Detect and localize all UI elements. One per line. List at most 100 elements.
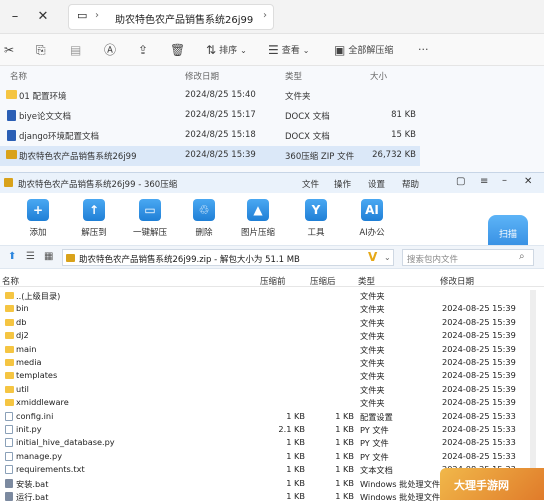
menu-operate[interactable]: 操作 xyxy=(334,178,351,190)
zip-name: media xyxy=(16,357,42,367)
tool-button[interactable]: ↑ 解压到 xyxy=(74,199,114,238)
zip-type: 文件夹 xyxy=(360,358,385,368)
file-date: 2024/8/25 15:18 xyxy=(185,130,256,140)
tool-label: 删除 xyxy=(195,228,213,238)
zip-row[interactable]: xmiddleware 文件夹 2024-08-25 15:39 xyxy=(0,396,520,409)
file-row[interactable]: 助农特色农产品销售系统26j99 2024/8/25 15:39 360压缩 ZIP… xyxy=(0,146,420,166)
zip-size: 1 KB xyxy=(335,477,354,488)
zip-size: 1 KB xyxy=(335,410,354,421)
bat-file-icon xyxy=(5,478,13,488)
menu-help[interactable]: 帮助 xyxy=(402,178,419,190)
up-arrow-icon[interactable]: ⬆ xyxy=(8,251,16,262)
zip-type: Windows 批处理文件 xyxy=(360,492,441,502)
scrollbar[interactable] xyxy=(530,290,536,480)
file-icon xyxy=(5,425,13,434)
tool-icon: ▭ xyxy=(139,199,161,221)
chevron-down-icon[interactable]: ⌄ xyxy=(384,253,391,262)
tool-button[interactable]: AI AI办公 xyxy=(352,199,392,238)
paste-icon[interactable]: ▤ xyxy=(70,43,81,57)
more-button[interactable]: ··· xyxy=(418,43,429,57)
zip-type: PY 文件 xyxy=(360,451,389,462)
zip-row[interactable]: db 文件夹 2024-08-25 15:39 xyxy=(0,316,520,329)
folder-icon xyxy=(6,90,17,99)
close-icon[interactable]: ✕ xyxy=(524,176,532,187)
file-row[interactable]: 01 配置环境 2024/8/25 15:40 文件夹 xyxy=(0,86,420,106)
share-icon[interactable]: ⇪ xyxy=(138,43,148,57)
address-box[interactable]: ▭ › 助农特色农产品销售系统26j99 › xyxy=(68,4,274,30)
zcol-type[interactable]: 类型 xyxy=(358,275,375,287)
zcol-date[interactable]: 修改日期 xyxy=(440,275,474,287)
zcol-name[interactable]: 名称 xyxy=(2,275,19,287)
v-icon[interactable]: V xyxy=(368,250,377,264)
tool-icon: AI xyxy=(361,199,383,221)
menu-icon[interactable]: ≡ xyxy=(480,176,488,187)
zip-row[interactable]: main 文件夹 2024-08-25 15:39 xyxy=(0,343,520,356)
zip-row[interactable]: ..(上级目录) 文件夹 xyxy=(0,289,520,302)
file-row[interactable]: django环境配置文档 2024/8/25 15:18 DOCX 文档 15 KB xyxy=(0,126,420,146)
file-row[interactable]: biye论文文档 2024/8/25 15:17 DOCX 文档 81 KB xyxy=(0,106,420,126)
zip-row[interactable]: templates 文件夹 2024-08-25 15:39 xyxy=(0,369,520,382)
view-button[interactable]: ☰ 查看 ⌄ xyxy=(268,43,309,58)
col-date[interactable]: 修改日期 xyxy=(185,70,219,82)
docx-icon xyxy=(7,130,16,141)
search-icon[interactable]: ⌕ xyxy=(519,251,525,262)
tool-button[interactable]: ▲ 图片压缩 xyxy=(238,199,278,238)
zip-path-field[interactable]: 助农特色农产品销售系统26j99.zip - 解包大小为 51.1 MB V ⌄ xyxy=(62,249,394,266)
column-header: 名称 修改日期 类型 大小 xyxy=(0,66,420,84)
zip-type: 文件夹 xyxy=(360,398,385,409)
zip-row[interactable]: util 文件夹 2024-08-25 15:39 xyxy=(0,383,520,396)
zip-date: 2024-08-25 15:39 xyxy=(442,383,516,394)
zip-size: 1 KB xyxy=(335,464,354,475)
file-date: 2024/8/25 15:17 xyxy=(185,110,256,120)
col-name[interactable]: 名称 xyxy=(10,70,27,82)
zip-search-field[interactable]: 搜索包内文件 ⌕ xyxy=(402,249,534,266)
menu-settings[interactable]: 设置 xyxy=(368,178,385,190)
zip-row[interactable]: initial_hive_database.py 1 KB 1 KB PY 文件 202… xyxy=(0,436,520,449)
file-icon xyxy=(5,465,13,475)
col-type[interactable]: 类型 xyxy=(285,70,302,82)
zip-row[interactable]: manage.py 1 KB 1 KB PY 文件 2024-08-25 15:33 xyxy=(0,450,520,463)
zip-packed: 1 KB xyxy=(286,450,305,461)
chevron-right-icon[interactable]: › xyxy=(263,10,267,21)
zip-row[interactable]: config.ini 1 KB 1 KB 配置设置 2024-08-25 15:33 xyxy=(0,410,520,423)
extract-all-button[interactable]: ▣ 全部解压缩 xyxy=(334,43,393,58)
sort-button[interactable]: ⇅ 排序 ⌄ xyxy=(206,43,247,58)
tool-button[interactable]: ♲ 删除 xyxy=(184,199,224,238)
menu-file[interactable]: 文件 xyxy=(302,178,319,190)
zip-date: 2024-08-25 15:33 xyxy=(442,424,516,434)
tool-label: 一键解压 xyxy=(132,228,167,238)
tool-icon: Y xyxy=(305,199,327,221)
tool-label: 工具 xyxy=(307,228,325,238)
zip-row[interactable]: media 文件夹 2024-08-25 15:39 xyxy=(0,356,520,369)
zip-size: 1 KB xyxy=(335,424,354,434)
folder-icon xyxy=(5,385,14,393)
copy-icon[interactable]: ⎘ xyxy=(36,43,46,57)
zip-packed: 1 KB xyxy=(286,410,305,421)
list-view-icon[interactable]: ☰ xyxy=(26,251,35,262)
cut-icon[interactable]: ✂ xyxy=(4,43,14,57)
rename-icon[interactable]: Ⓐ xyxy=(104,43,116,57)
col-size[interactable]: 大小 xyxy=(370,70,387,82)
close-icon[interactable]: ✕ xyxy=(34,8,52,26)
search-placeholder: 搜索包内文件 xyxy=(407,255,459,265)
address-path: 助农特色农产品销售系统26j99 xyxy=(115,15,254,26)
zip-row[interactable]: bin 文件夹 2024-08-25 15:39 xyxy=(0,302,520,315)
zip-packed: 1 KB xyxy=(286,477,305,488)
detail-view-icon[interactable]: ▦ xyxy=(44,251,53,262)
tool-button[interactable]: Y 工具 xyxy=(296,199,336,238)
chevron-right-icon[interactable]: › xyxy=(95,10,99,21)
zcol-packed[interactable]: 压缩前 xyxy=(260,275,286,287)
delete-icon[interactable]: 🗑 xyxy=(170,43,185,57)
tool-label: 添加 xyxy=(29,228,47,238)
tool-button[interactable]: + 添加 xyxy=(18,199,58,238)
skin-icon[interactable]: ▢ xyxy=(456,176,465,187)
tool-button[interactable]: ▭ 一键解压 xyxy=(130,199,170,238)
minimize-icon[interactable]: – xyxy=(502,175,507,186)
zip-row[interactable]: dj2 文件夹 2024-08-25 15:39 xyxy=(0,329,520,342)
folder-icon xyxy=(5,292,14,299)
zcol-size[interactable]: 压缩后 xyxy=(310,275,336,287)
zip-name: xmiddleware xyxy=(16,397,69,408)
zip-row[interactable]: init.py 2.1 KB 1 KB PY 文件 2024-08-25 15:33 xyxy=(0,423,520,436)
file-type: DOCX 文档 xyxy=(285,132,330,142)
minimize-icon[interactable]: – xyxy=(6,8,24,26)
